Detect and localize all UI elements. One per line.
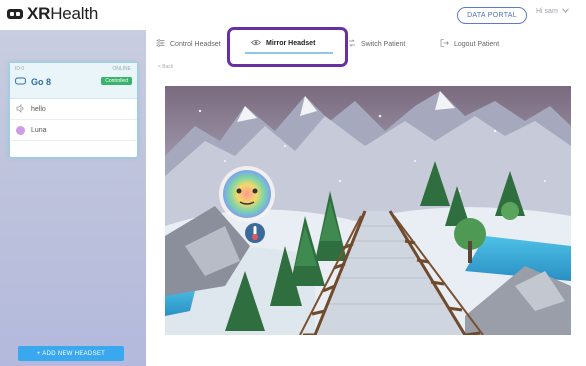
headset-logo-icon <box>6 7 24 21</box>
app-header: XRHealth DATA PORTAL Hi sam <box>0 0 586 30</box>
sound-icon <box>16 103 25 115</box>
back-link[interactable]: < Back <box>158 64 173 70</box>
headset-connection: ONLINE <box>112 66 131 72</box>
headset-title: Go 8 <box>15 77 51 87</box>
xrhealth-logo[interactable]: XRHealth <box>6 3 98 25</box>
patient-name: hello <box>31 105 46 113</box>
headset-icon <box>15 77 26 87</box>
patient-avatar <box>16 125 25 135</box>
sliders-icon <box>156 39 165 49</box>
patient-item[interactable]: hello <box>10 99 137 120</box>
headset-id: ID:0 <box>15 66 25 72</box>
mirror-tab-highlight <box>227 27 348 67</box>
tab-label: Logout Patient <box>454 40 500 48</box>
tab-control-headset[interactable]: Control Headset <box>156 39 221 49</box>
switch-icon <box>348 39 356 49</box>
user-menu[interactable]: Hi sam <box>536 8 569 15</box>
patient-item[interactable]: Luna <box>10 120 137 141</box>
brand-name: XRHealth <box>27 4 99 23</box>
headset-card-header: ID:0 ONLINE Go 8 Controlled <box>10 63 137 99</box>
chevron-down-icon <box>561 8 569 15</box>
headset-card[interactable]: ID:0 ONLINE Go 8 Controlled hello Luna <box>9 62 138 158</box>
add-new-headset-button[interactable]: + ADD NEW HEADSET <box>18 346 124 361</box>
tab-label: Switch Patient <box>361 40 406 48</box>
user-greeting: Hi sam <box>536 8 558 15</box>
headset-sidebar: ID:0 ONLINE Go 8 Controlled hello Luna +… <box>0 30 146 366</box>
data-portal-button[interactable]: DATA PORTAL <box>457 7 527 24</box>
status-badge: Controlled <box>101 77 132 85</box>
headset-tabs: Control Headset Mirror Headset Switch Pa… <box>146 30 586 60</box>
tab-switch-patient[interactable]: Switch Patient <box>348 39 405 49</box>
vr-scene-image <box>165 86 571 335</box>
logout-icon <box>440 39 449 49</box>
tab-label: Control Headset <box>170 40 221 48</box>
headset-mirror-view <box>165 86 571 335</box>
tab-logout-patient[interactable]: Logout Patient <box>440 39 499 49</box>
headset-name: Go 8 <box>31 77 52 87</box>
patient-name: Luna <box>31 126 47 134</box>
